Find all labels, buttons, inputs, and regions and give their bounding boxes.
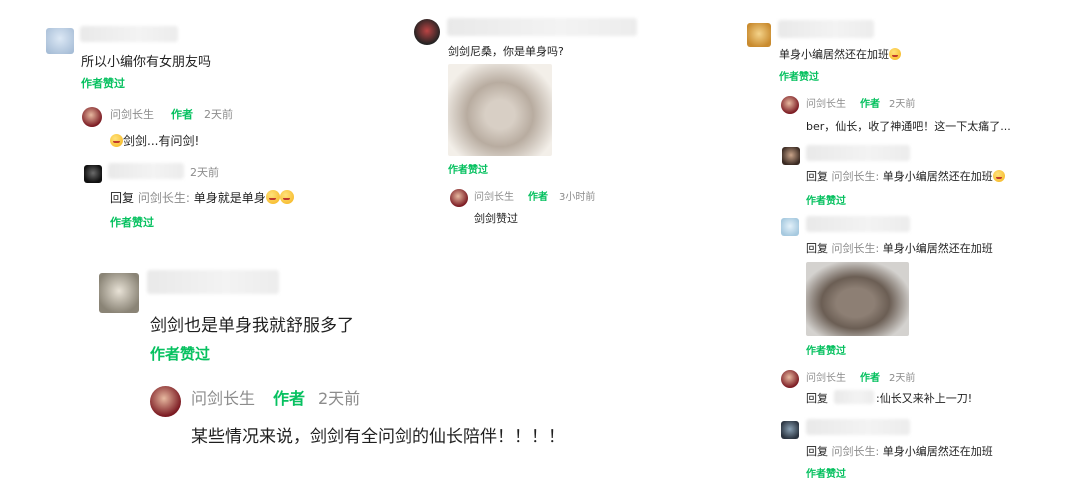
reply-username[interactable]: 问剑长生 — [191, 385, 255, 409]
reply-text-row: 剑剑...有问剑! — [110, 132, 199, 149]
username-blurred — [147, 270, 279, 294]
username-blurred — [447, 18, 637, 36]
reply-text: 单身小编居然还在加班 — [882, 242, 993, 255]
author-liked-badge: 作者赞过 — [448, 165, 488, 176]
author-tag: 作者 — [860, 373, 880, 384]
cry-face-emoji — [889, 48, 901, 60]
reply-time: 2天前 — [889, 99, 916, 110]
username-blurred — [80, 26, 178, 42]
reply-label: 回复 — [110, 191, 135, 205]
author-avatar[interactable] — [150, 386, 181, 417]
cry-face-emoji — [279, 190, 294, 204]
reply-time: 3小时前 — [559, 192, 596, 203]
reply-username[interactable]: 问剑长生 — [110, 106, 154, 122]
username-blurred — [778, 20, 874, 38]
reply-username[interactable]: 问剑长生 — [806, 95, 846, 110]
reply-target-blurred[interactable] — [834, 390, 874, 404]
reply-label: 回复 — [806, 445, 828, 458]
user-avatar[interactable] — [99, 273, 139, 313]
username-blurred — [108, 163, 184, 179]
author-tag: 作者 — [860, 99, 880, 110]
author-liked-badge: 作者赞过 — [110, 216, 154, 229]
reply-text: :仙长又来补上一刀! — [876, 392, 973, 405]
comment-text-row: 单身小编居然还在加班 — [779, 46, 901, 62]
reply-label: 回复 — [806, 392, 828, 405]
user-avatar[interactable] — [781, 218, 799, 236]
author-avatar[interactable] — [781, 96, 799, 114]
user-avatar[interactable] — [781, 421, 799, 439]
author-liked-badge: 作者赞过 — [806, 196, 846, 207]
rat-photo[interactable] — [806, 262, 909, 336]
author-avatar[interactable] — [450, 189, 468, 207]
reply-text: 剑剑...有问剑! — [123, 134, 200, 148]
reply-text: ber，仙长，收了神通吧！这一下太痛了... — [806, 120, 1011, 133]
reply-username[interactable]: 问剑长生 — [474, 188, 514, 203]
username-blurred — [806, 216, 910, 232]
username-blurred — [806, 145, 910, 161]
author-liked-badge: 作者赞过 — [806, 346, 846, 357]
comment-text: 剑剑也是单身我就舒服多了 — [150, 316, 354, 336]
reply-text-row: 回复 问剑长生: 单身小编居然还在加班 — [806, 240, 993, 256]
author-avatar[interactable] — [82, 107, 102, 127]
author-liked-badge: 作者赞过 — [806, 469, 846, 480]
reply-text: 单身小编居然还在加班 — [882, 170, 993, 183]
reply-text-row: 回复 问剑长生: 单身就是单身 — [110, 189, 294, 206]
reply-time: 2天前 — [889, 373, 916, 384]
reply-text: 剑剑赞过 — [474, 212, 518, 225]
comment-text: 单身小编居然还在加班 — [779, 48, 889, 61]
reply-username[interactable]: 问剑长生 — [806, 369, 846, 384]
user-avatar[interactable] — [46, 28, 74, 54]
author-liked-badge: 作者赞过 — [779, 72, 819, 83]
reply-text: 单身就是单身 — [193, 191, 266, 205]
reply-target[interactable]: 问剑长生: — [138, 191, 190, 205]
reply-target[interactable]: 问剑长生: — [832, 170, 880, 183]
author-avatar[interactable] — [781, 370, 799, 388]
comment-text: 剑剑尼桑，你是单身吗? — [448, 45, 564, 58]
cat-face-emoji — [992, 170, 1005, 182]
reply-label: 回复 — [806, 242, 828, 255]
reply-time: 2天前 — [204, 108, 233, 121]
reply-text: 单身小编居然还在加班 — [882, 445, 993, 458]
author-tag: 作者 — [273, 389, 306, 408]
user-avatar[interactable] — [414, 19, 440, 45]
author-liked-badge: 作者赞过 — [81, 77, 125, 90]
reply-text-row: 回复 问剑长生: 单身小编居然还在加班 — [806, 168, 1005, 184]
user-avatar[interactable] — [782, 147, 800, 165]
reply-label: 回复 — [806, 170, 828, 183]
user-avatar[interactable] — [84, 165, 102, 183]
reply-target[interactable]: 问剑长生: — [832, 242, 880, 255]
cry-face-emoji — [265, 190, 280, 204]
reply-text-row: 回复 问剑长生: 单身小编居然还在加班 — [806, 443, 993, 459]
author-liked-badge: 作者赞过 — [150, 345, 211, 363]
user-avatar[interactable] — [747, 23, 771, 47]
username-blurred — [806, 419, 910, 435]
reply-time: 2天前 — [318, 389, 361, 408]
author-tag: 作者 — [528, 192, 548, 203]
cat-face-emoji — [110, 134, 123, 147]
author-tag: 作者 — [171, 108, 193, 121]
reply-time: 2天前 — [190, 166, 219, 179]
comment-text: 所以小编你有女朋友吗 — [81, 55, 212, 70]
hamster-photo[interactable] — [448, 64, 552, 156]
reply-target[interactable]: 问剑长生: — [832, 445, 880, 458]
reply-text: 某些情况来说，剑剑有全问剑的仙长陪伴！！！！ — [191, 427, 565, 447]
